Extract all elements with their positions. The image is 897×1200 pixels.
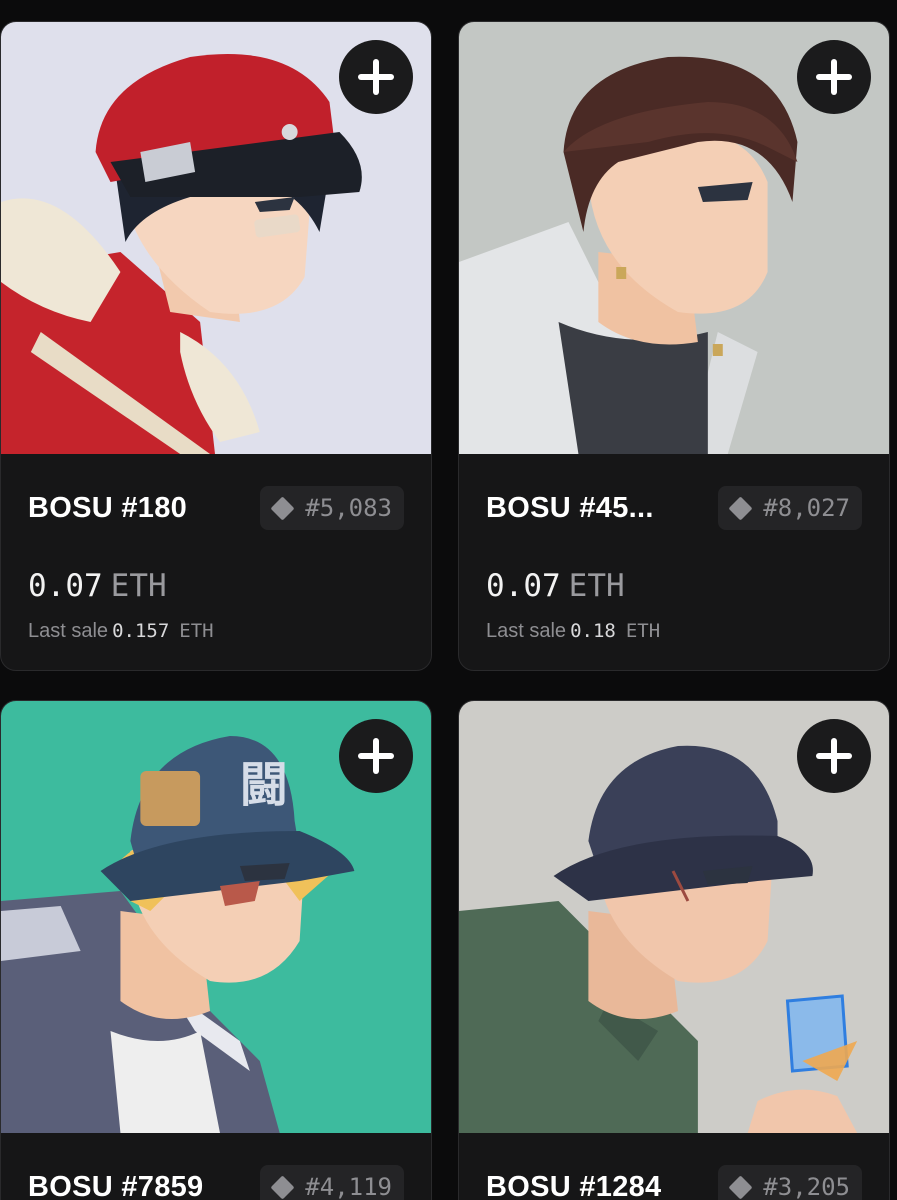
diamond-icon bbox=[728, 495, 753, 521]
last-sale-value: 0.157 bbox=[112, 620, 170, 642]
diamond-icon bbox=[270, 495, 295, 521]
nft-card[interactable]: BOSU #1284 #3,205 bbox=[458, 700, 890, 1200]
last-sale: Last sale 0.157 ETH bbox=[28, 620, 214, 643]
nft-image[interactable]: 闘 bbox=[1, 701, 431, 1133]
last-sale-unit: ETH bbox=[625, 620, 661, 642]
nft-card[interactable]: 闘 BOSU #7859 #4,119 bbox=[0, 700, 432, 1200]
last-sale-unit: ETH bbox=[179, 620, 214, 642]
add-button[interactable] bbox=[339, 40, 413, 114]
rarity-badge: #3,205 bbox=[718, 1165, 862, 1200]
last-sale-label: Last sale bbox=[28, 620, 109, 642]
nft-title[interactable]: BOSU #1284 bbox=[486, 1171, 662, 1200]
price-unit: ETH bbox=[568, 568, 625, 604]
nft-title[interactable]: BOSU #7859 bbox=[28, 1171, 204, 1200]
diamond-icon bbox=[728, 1174, 753, 1200]
add-button[interactable] bbox=[797, 719, 871, 793]
rarity-badge: #5,083 bbox=[260, 486, 404, 530]
plus-icon bbox=[816, 738, 852, 774]
rarity-rank: #4,119 bbox=[305, 1173, 392, 1200]
nft-image[interactable] bbox=[459, 701, 889, 1133]
svg-text:闘: 闘 bbox=[240, 758, 288, 813]
price-value: 0.07 bbox=[486, 568, 561, 604]
rarity-rank: #8,027 bbox=[763, 494, 850, 522]
price: 0.07 ETH bbox=[28, 568, 167, 604]
plus-icon bbox=[358, 59, 394, 95]
last-sale-value: 0.18 bbox=[570, 620, 616, 642]
nft-title[interactable]: BOSU #45... bbox=[486, 492, 654, 525]
nft-image[interactable] bbox=[1, 22, 431, 454]
last-sale-label: Last sale bbox=[486, 620, 567, 642]
add-button[interactable] bbox=[339, 719, 413, 793]
rarity-rank: #3,205 bbox=[763, 1173, 850, 1200]
plus-icon bbox=[816, 59, 852, 95]
price: 0.07 ETH bbox=[486, 568, 625, 604]
nft-image[interactable] bbox=[459, 22, 889, 454]
price-unit: ETH bbox=[110, 568, 167, 604]
nft-card[interactable]: BOSU #180 #5,083 0.07 ETH Last sale 0.157 E… bbox=[0, 21, 432, 671]
rarity-badge: #4,119 bbox=[260, 1165, 404, 1200]
rarity-badge: #8,027 bbox=[718, 486, 862, 530]
plus-icon bbox=[358, 738, 394, 774]
diamond-icon bbox=[270, 1174, 295, 1200]
add-button[interactable] bbox=[797, 40, 871, 114]
nft-grid: BOSU #180 #5,083 0.07 ETH Last sale 0.157 E… bbox=[0, 0, 897, 1200]
rarity-rank: #5,083 bbox=[305, 494, 392, 522]
nft-title[interactable]: BOSU #180 bbox=[28, 492, 187, 525]
price-value: 0.07 bbox=[28, 568, 103, 604]
nft-card[interactable]: BOSU #45... #8,027 0.07 ETH Last sale 0.18… bbox=[458, 21, 890, 671]
last-sale: Last sale 0.18 ETH bbox=[486, 620, 660, 643]
